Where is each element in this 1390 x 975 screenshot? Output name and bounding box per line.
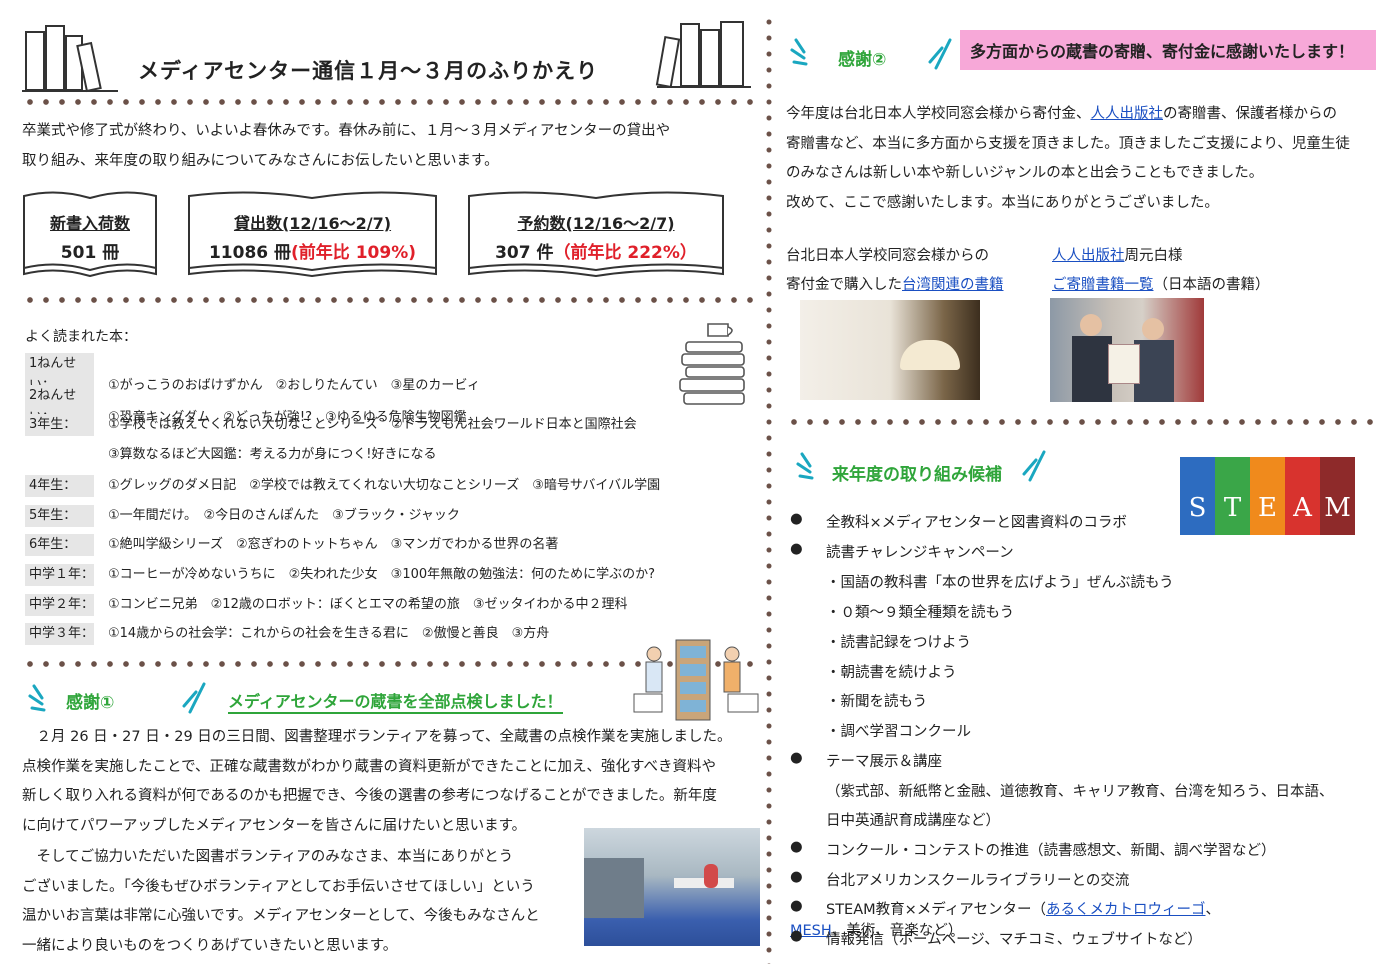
alumni-caption: 台北日本人学校同窓会様からの 寄付金で購入した台湾関連の書籍 — [786, 248, 1004, 293]
stat-new-books: 新書入荷数 501 冊 — [49, 214, 130, 263]
sparkle-icon — [28, 684, 46, 712]
thanks1-paragraph2: そしてご協力いただいた図書ボランティアのみなさま、本当にありがとう ございました… — [22, 849, 540, 954]
sparkle-icon — [796, 452, 814, 480]
sub-list-item: ・読書記録をつけよう — [826, 635, 971, 651]
steam-tile: A — [1285, 457, 1320, 535]
publisher-caption: 人人出版社周元白様 ご寄贈書籍一覧（日本語の書籍） — [1052, 248, 1270, 293]
popular-row: ③算数なるほど大図鑑：考える力が身につく!好きになる — [108, 447, 437, 462]
thanks1-label: 感謝① — [66, 693, 115, 713]
popular-row: 中学２年： ①コンビニ兄弟 ②12歳のロボット：ぼくとエマの希望の旅 ③ゼッタイわ… — [25, 594, 628, 616]
page-title: メディアセンター通信１月〜３月のふりかえり — [138, 59, 599, 83]
sparkle-icon — [928, 38, 952, 70]
books-icon-right — [655, 21, 751, 89]
intro-text: 卒業式や修了式が終わり、いよいよ春休みです。春休み前に、１月〜３月メディアセンタ… — [22, 123, 671, 169]
popular-row: 2ねんせい：①恐竜キングダム ②どっちが強!? ③ゆるゆる危険生物図鑑 — [25, 385, 467, 429]
handover-photo — [1050, 298, 1204, 402]
volunteer-photo — [584, 828, 760, 946]
popular-row: 中学１年： ①コーヒーが冷めないうちに ②失われた少女 ③100年無敵の勉強法：何… — [25, 564, 655, 586]
popular-row: 中学３年： ①14歳からの社会学：これからの社会を生きる君に ②傲慢と善良 ③方舟 — [25, 623, 549, 645]
donated-books-list-link[interactable]: ご寄贈書籍一覧 — [1052, 277, 1154, 293]
thanks2-label: 感謝② — [838, 50, 887, 70]
theme-detail: （紫式部、新紙幣と金融、道徳教育、キャリア教育、台湾を知ろう、日本語、 — [826, 784, 1334, 800]
book-stack-cup-icon — [679, 323, 745, 405]
theme-detail: 日中英通訳育成講座など） — [826, 813, 1000, 829]
taiwan-books-link[interactable]: 台湾関連の書籍 — [902, 277, 1004, 293]
library-staff-illustration — [633, 639, 759, 721]
popular-heading: よく読まれた本： — [25, 329, 137, 345]
steam-logo: S T E A M — [1180, 457, 1355, 535]
steam-tile: T — [1215, 457, 1250, 535]
book-photo — [800, 300, 980, 400]
stat-reservations: 予約数(12/16〜2/7) 307 件（前年比 222%） — [495, 214, 697, 263]
wego-link[interactable]: あるくメカトロウィーゴ — [1046, 902, 1206, 918]
list-item: ● 台北アメリカンスクールライブラリーとの交流 — [790, 869, 1130, 889]
publisher-link[interactable]: 人人出版社 — [1052, 248, 1125, 264]
popular-row: 3年生： ①学校では教えてくれない大切なことシリーズ ②ドラえもん社会ワールド日本… — [25, 414, 637, 436]
next-year-headline: 来年度の取り組み候補 — [832, 465, 1002, 485]
sub-list-item: ・調べ学習コンクール — [826, 724, 971, 740]
thanks2-paragraph: 今年度は台北日本人学校同窓会様から寄付金、人人出版社の寄贈書、保護者様からの 寄… — [786, 106, 1350, 211]
stat-loans: 貸出数(12/16〜2/7) 11086 冊(前年比 109%) — [208, 214, 417, 263]
divider — [22, 296, 757, 304]
sparkle-icon — [790, 38, 808, 66]
sparkle-icon — [1022, 450, 1046, 482]
sub-list-item: ・新聞を読もう — [826, 694, 928, 710]
list-item: ● 読書チャレンジキャンペーン — [790, 541, 1014, 561]
sub-list-item: ・国語の教科書「本の世界を広げよう」ぜんぶ読もう — [826, 575, 1174, 591]
steam-tile: E — [1250, 457, 1285, 535]
publisher-link[interactable]: 人人出版社 — [1091, 106, 1164, 122]
popular-row: 1ねんせい：①がっこうのおばけずかん ②おしりたんてい ③星のカービィ — [25, 353, 480, 397]
books-icon-left — [22, 25, 118, 93]
steam-tile: M — [1320, 457, 1355, 535]
thanks1-paragraph1: ２月 26 日・27 日・29 日の三日間、図書整理ボランティアを募って、全蔵書… — [22, 729, 732, 834]
list-item: ● テーマ展示＆講座 — [790, 750, 942, 770]
list-item: ● 情報発信（ホームページ、マチコミ、ウェブサイトなど） — [790, 928, 1202, 948]
sub-list-item: ・朝読書を続けよう — [826, 665, 957, 681]
column-divider — [765, 14, 773, 964]
divider — [22, 98, 757, 106]
steam-tile: S — [1180, 457, 1215, 535]
popular-row: 4年生： ①グレッグのダメ日記 ②学校では教えてくれない大切なことシリーズ ③暗号… — [25, 475, 660, 497]
list-item: ● 全教科×メディアセンターと図書資料のコラボ — [790, 511, 1127, 531]
sub-list-item: ・０類〜９類全種類を読もう — [826, 605, 1015, 621]
thanks1-headline: メディアセンターの蔵書を全部点検しました！ — [228, 688, 563, 714]
list-item: ● コンクール・コンテストの推進（読書感想文、新聞、調べ学習など） — [790, 839, 1276, 859]
divider — [786, 418, 1376, 426]
thanks2-headline: 多方面からの蔵書の寄贈、寄付金に感謝いたします！ — [960, 30, 1376, 70]
popular-row: 5年生： ①一年間だけ。 ②今日のさんぽんた ③ブラック・ジャック — [25, 505, 460, 527]
sparkle-icon — [182, 682, 206, 714]
popular-row: 6年生： ①絶叫学級シリーズ ②窓ぎわのトットちゃん ③マンガでわかる世界の名著 — [25, 534, 558, 556]
